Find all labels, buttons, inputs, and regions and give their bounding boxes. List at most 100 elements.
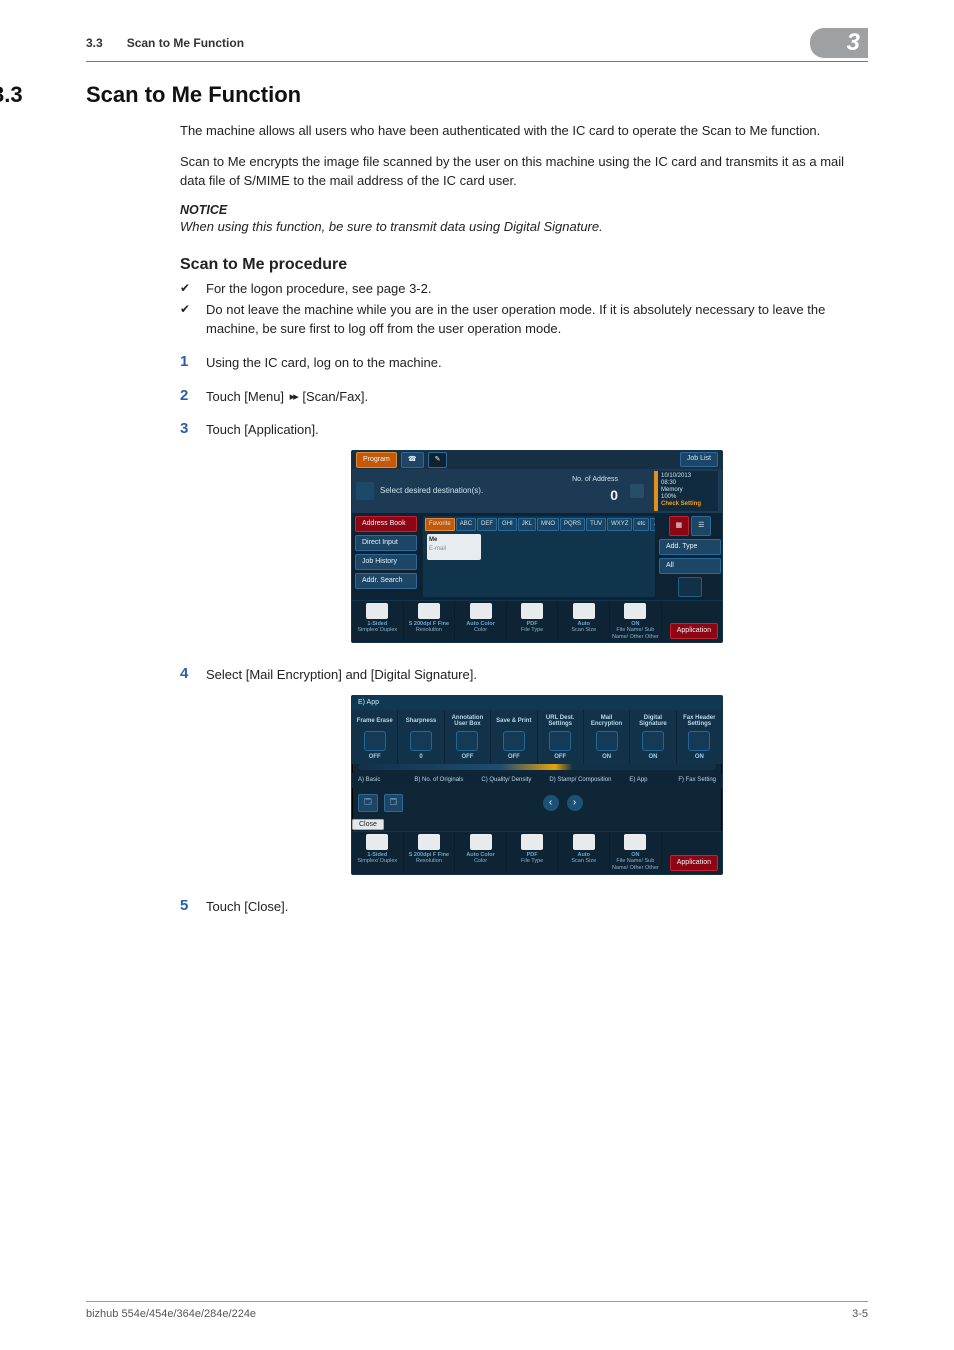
mode-icon[interactable]: ✎ <box>428 452 448 468</box>
job-history-tab[interactable]: Job History <box>355 554 417 570</box>
tab-quality[interactable]: C) Quality/ Density <box>481 777 531 784</box>
setting-resolution[interactable]: S 200dpi F FineResolution <box>404 832 456 874</box>
section-title: 3.3Scan to Me Function <box>0 82 868 108</box>
tile-scrollbar[interactable] <box>358 764 716 770</box>
tab-fax-setting[interactable]: F) Fax Setting <box>678 777 716 784</box>
filter-tuv[interactable]: TUV <box>586 518 606 531</box>
chapter-badge: 3 <box>810 28 868 58</box>
setting-resolution[interactable]: S 200dpi F FineResolution <box>404 601 456 643</box>
page-next-button[interactable]: › <box>567 795 583 811</box>
tile-save-print[interactable]: Save & PrintOFF <box>491 710 537 764</box>
thumb-button[interactable]: 🗔 <box>358 794 378 812</box>
step-3: Touch [Application]. Program ☎ ✎ Job Lis… <box>180 420 868 643</box>
program-button[interactable]: Program <box>356 452 397 468</box>
scan-settings-bar: 1-SidedSimplex/ Duplex S 200dpi F FineRe… <box>352 831 722 874</box>
notice-label: NOTICE <box>180 203 868 217</box>
status-memory-pct: 100% <box>661 494 676 500</box>
setting-filetype[interactable]: PDFFile Type <box>507 601 559 643</box>
mode-icon[interactable]: ☎ <box>401 452 424 468</box>
tile-annotation-box[interactable]: Annotation User BoxOFF <box>445 710 491 764</box>
add-type-select[interactable]: All <box>659 558 721 574</box>
setting-filetype[interactable]: PDFFile Type <box>507 832 559 874</box>
section-number: 3.3 <box>0 82 86 108</box>
status-date: 10/10/2013 <box>661 473 691 479</box>
filter-def[interactable]: DEF <box>477 518 497 531</box>
step-2-post: [Scan/Fax]. <box>302 389 368 404</box>
add-type-label: Add. Type <box>659 539 721 555</box>
tab-app[interactable]: E) App <box>629 777 647 784</box>
tab-stamp[interactable]: D) Stamp/ Composition <box>549 777 611 784</box>
prereq-item: For the logon procedure, see page 3-2. <box>180 280 868 299</box>
filter-etc[interactable]: etc <box>633 518 649 531</box>
filter-abc[interactable]: ABC <box>456 518 476 531</box>
addr-count-value: 0 <box>610 487 618 503</box>
page-footer: bizhub 554e/454e/364e/284e/224e 3-5 <box>86 1308 868 1320</box>
joblist-button[interactable]: Job List <box>680 452 718 467</box>
dest-type: E-mail <box>429 546 446 552</box>
direct-input-tab[interactable]: Direct Input <box>355 535 417 551</box>
tab-basic[interactable]: A) Basic <box>358 777 380 784</box>
keypad-icon[interactable] <box>630 484 644 498</box>
section-label-app: E) App <box>352 696 722 711</box>
prereq-list: For the logon procedure, see page 3-2. D… <box>180 280 868 340</box>
prereq-item: Do not leave the machine while you are i… <box>180 301 868 339</box>
filter-ghi[interactable]: GHI <box>498 518 517 531</box>
status-memory-label: Memory <box>661 487 683 493</box>
application-cell: Application <box>662 601 722 643</box>
tile-sharpness[interactable]: Sharpness0 <box>398 710 444 764</box>
application-button[interactable]: Application <box>670 623 718 639</box>
close-button[interactable]: Close <box>352 819 384 830</box>
address-book-tab[interactable]: Address Book <box>355 516 417 532</box>
footer-rule <box>86 1301 868 1302</box>
notice-text: When using this function, be sure to tra… <box>180 219 868 234</box>
step-4-text: Select [Mail Encryption] and [Digital Si… <box>206 667 477 682</box>
tile-digital-sig[interactable]: Digital SignatureON <box>630 710 676 764</box>
tile-fax-header[interactable]: Fax Header SettingsON <box>677 710 722 764</box>
tile-mail-encryption[interactable]: Mail EncryptionON <box>584 710 630 764</box>
page-prev-button[interactable]: ‹ <box>543 795 559 811</box>
setting-scansize[interactable]: AutoScan Size <box>558 832 610 874</box>
prompt-text: Select desired destination(s). <box>380 485 483 497</box>
view-icons-button[interactable]: ▦ <box>669 516 690 536</box>
check-setting-button[interactable]: Check Setting <box>661 501 701 507</box>
destination-me[interactable]: Me E-mail <box>427 534 481 560</box>
setting-color[interactable]: Auto ColorColor <box>455 601 507 643</box>
application-button[interactable]: Application <box>670 855 718 871</box>
filter-favorite[interactable]: Favorite <box>425 518 455 531</box>
filter-all[interactable]: All <box>650 518 655 531</box>
step-2-pre: Touch [Menu] <box>206 389 284 404</box>
setting-filename[interactable]: ONFile Name/ Sub Name/ Other Other <box>610 601 662 643</box>
tile-url-dest[interactable]: URL Dest. SettingsOFF <box>538 710 584 764</box>
filter-jkl[interactable]: JKL <box>518 518 536 531</box>
procedure-heading: Scan to Me procedure <box>180 256 868 274</box>
scroll-down-button[interactable] <box>678 577 702 597</box>
tab-originals[interactable]: B) No. of Originals <box>414 777 463 784</box>
filter-pqrs[interactable]: PQRS <box>560 518 585 531</box>
status-panel: 10/10/2013 08:30 Memory 100% Check Setti… <box>654 471 718 511</box>
section-title-text: Scan to Me Function <box>86 82 301 107</box>
page-header: 3.3 Scan to Me Function 3 <box>86 28 868 58</box>
step-3-text: Touch [Application]. <box>206 422 319 437</box>
destination-canvas: Favorite ABC DEF GHI JKL MNO PQRS TUV WX… <box>423 516 655 597</box>
setting-scansize[interactable]: AutoScan Size <box>558 601 610 643</box>
status-time: 08:30 <box>661 480 676 486</box>
intro-paragraph-1: The machine allows all users who have be… <box>180 122 868 141</box>
setting-color[interactable]: Auto ColorColor <box>455 832 507 874</box>
application-cell: Application <box>662 832 722 874</box>
setting-simplex[interactable]: 1-SidedSimplex/ Duplex <box>352 601 404 643</box>
tile-frame-erase[interactable]: Frame EraseOFF <box>352 710 398 764</box>
header-section-label: Scan to Me Function <box>127 36 244 50</box>
dest-name: Me <box>429 537 437 543</box>
thumb-button[interactable]: 🗔 <box>384 794 404 812</box>
step-list: Using the IC card, log on to the machine… <box>180 353 868 916</box>
step-1: Using the IC card, log on to the machine… <box>180 353 868 373</box>
setting-simplex[interactable]: 1-SidedSimplex/ Duplex <box>352 832 404 874</box>
filter-wxyz[interactable]: WXYZ <box>607 518 632 531</box>
view-list-button[interactable]: ☰ <box>691 516 711 536</box>
setting-filename[interactable]: ONFile Name/ Sub Name/ Other Other <box>610 832 662 874</box>
addr-search-tab[interactable]: Addr. Search <box>355 573 417 589</box>
guide-icon <box>356 482 374 500</box>
screenshot-scanfax: Program ☎ ✎ Job List Select desired dest… <box>351 450 723 644</box>
filter-mno[interactable]: MNO <box>537 518 559 531</box>
header-section-no: 3.3 <box>86 36 103 50</box>
